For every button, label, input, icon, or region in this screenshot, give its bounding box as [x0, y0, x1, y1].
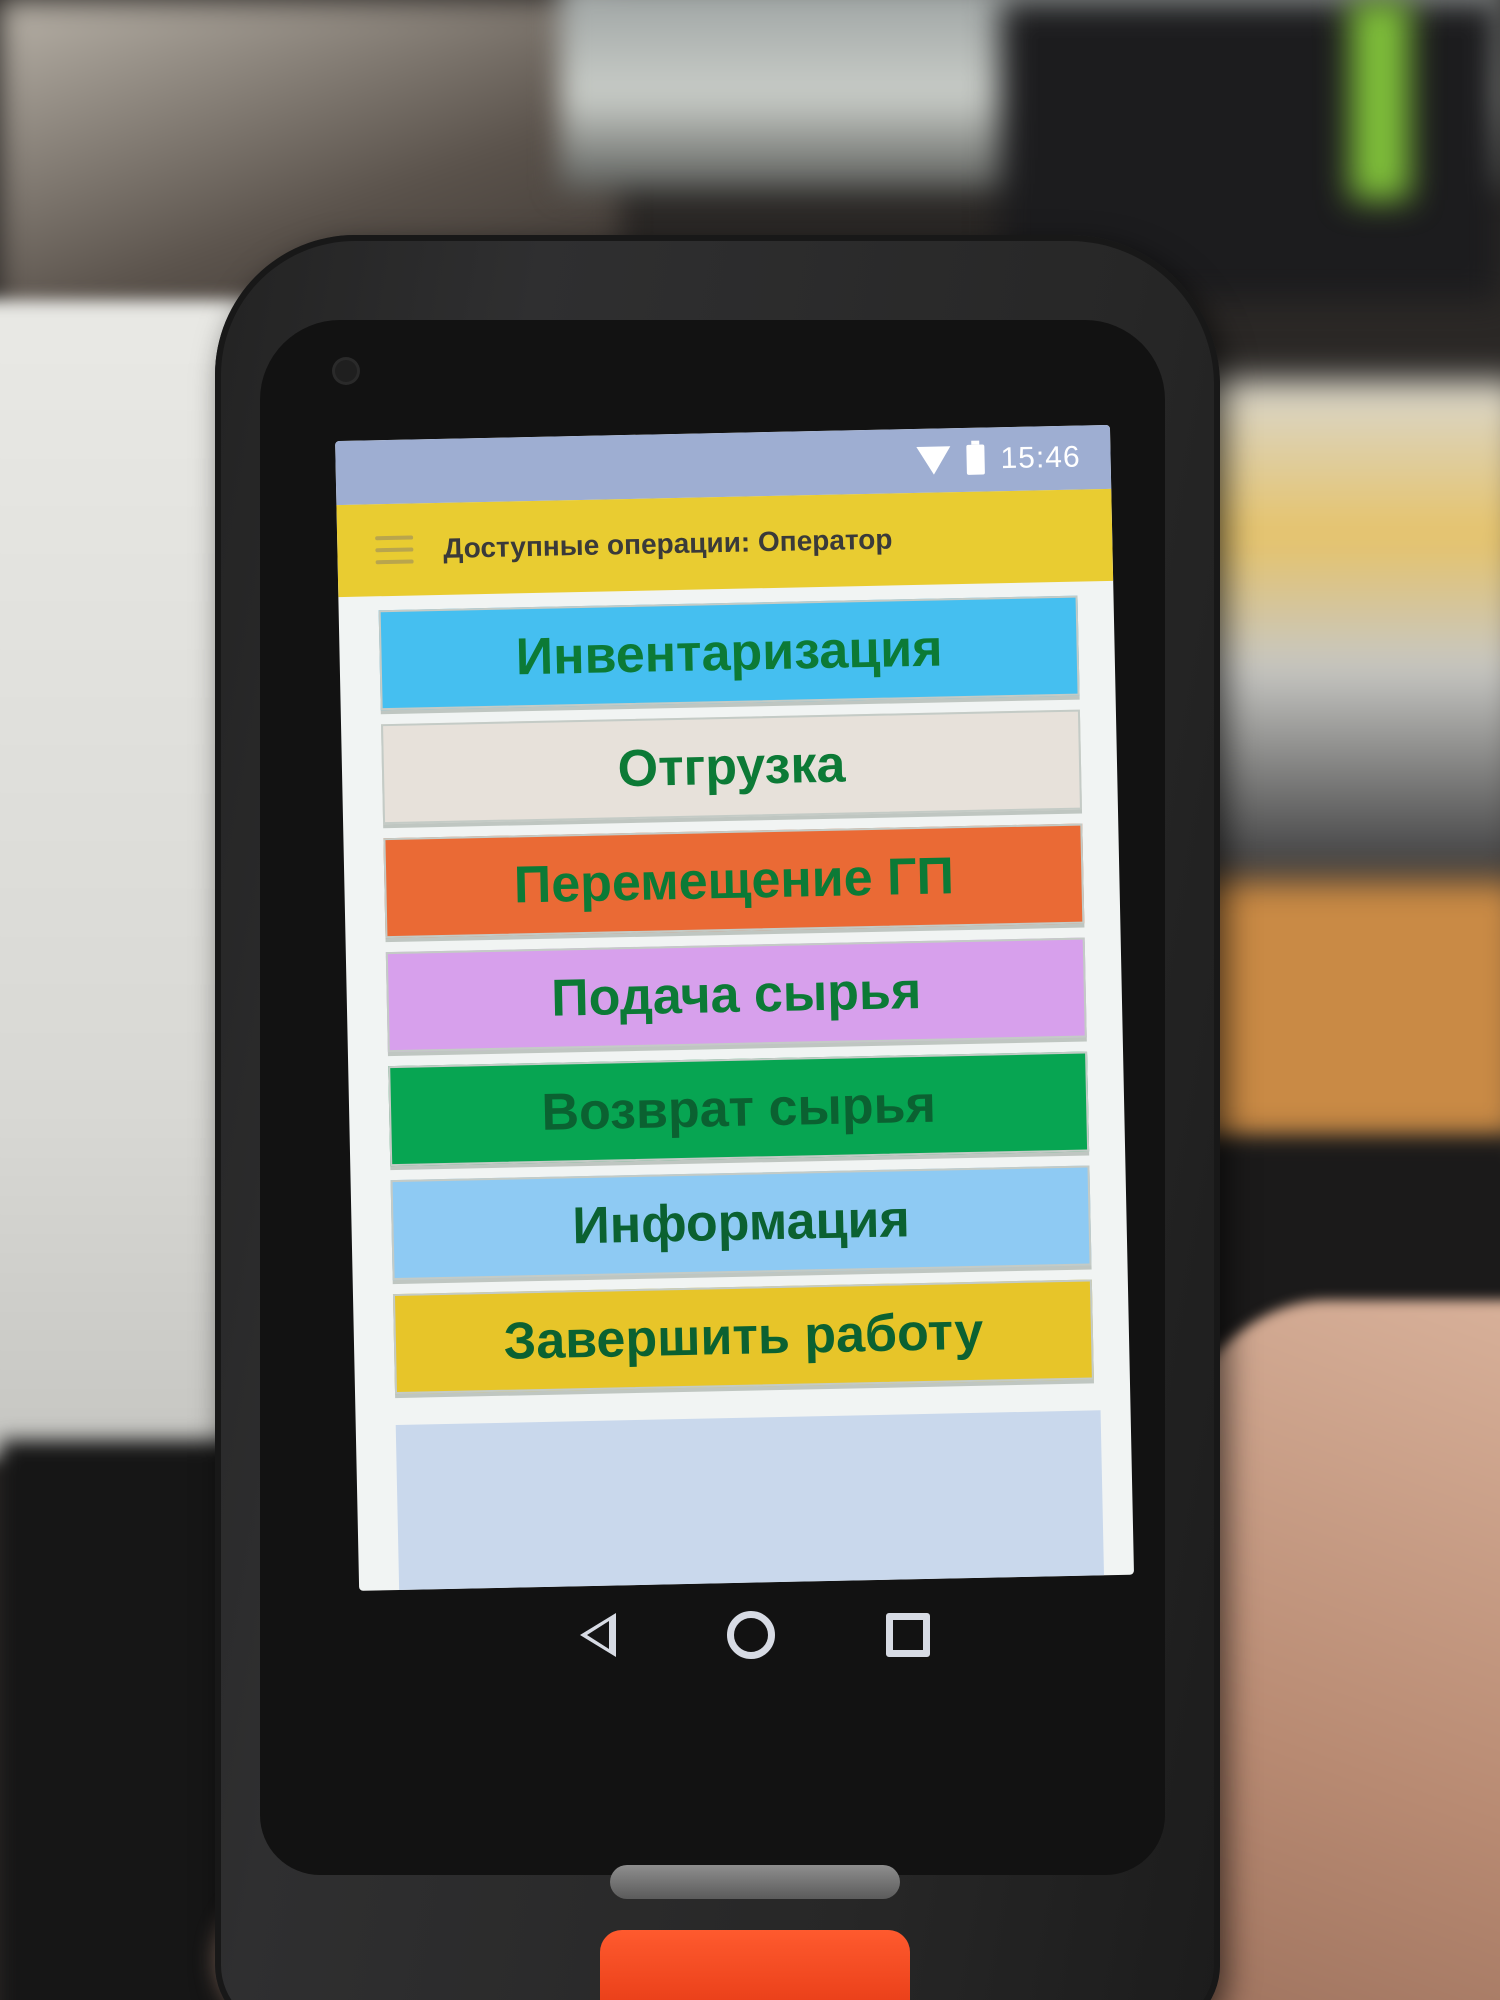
finish-work-button[interactable]: Завершить работу	[392, 1279, 1094, 1395]
battery-icon	[966, 444, 985, 475]
hamburger-menu-icon[interactable]	[375, 535, 414, 565]
information-button[interactable]: Информация	[390, 1165, 1092, 1281]
page-title: Доступные операции: Оператор	[443, 523, 893, 564]
background-desk	[1180, 880, 1500, 1140]
navigation-bar	[550, 1600, 970, 1670]
speaker-grill	[610, 1865, 900, 1899]
shipment-button[interactable]: Отгрузка	[381, 709, 1082, 825]
raw-supply-button[interactable]: Подача сырья	[385, 937, 1087, 1053]
scan-trigger-button[interactable]	[600, 1930, 910, 2000]
background-green-object	[1350, 0, 1410, 200]
raw-return-button[interactable]: Возврат сырья	[388, 1051, 1090, 1167]
empty-footer-area	[395, 1410, 1105, 1591]
device-screen: 15:46 Доступные операции: Оператор Инвен…	[335, 424, 1134, 1591]
inventory-button[interactable]: Инвентаризация	[378, 595, 1080, 711]
operations-list: Инвентаризация Отгрузка Перемещение ГП П…	[338, 581, 1130, 1395]
camera-icon	[335, 360, 357, 382]
recents-icon[interactable]	[886, 1613, 930, 1657]
back-icon[interactable]	[580, 1613, 616, 1657]
background-papers	[1190, 380, 1500, 900]
home-icon[interactable]	[727, 1611, 775, 1659]
wifi-icon	[916, 446, 951, 475]
app-bar: Доступные операции: Оператор	[336, 488, 1114, 598]
status-time: 15:46	[1000, 440, 1081, 476]
transfer-gp-button[interactable]: Перемещение ГП	[383, 823, 1085, 939]
